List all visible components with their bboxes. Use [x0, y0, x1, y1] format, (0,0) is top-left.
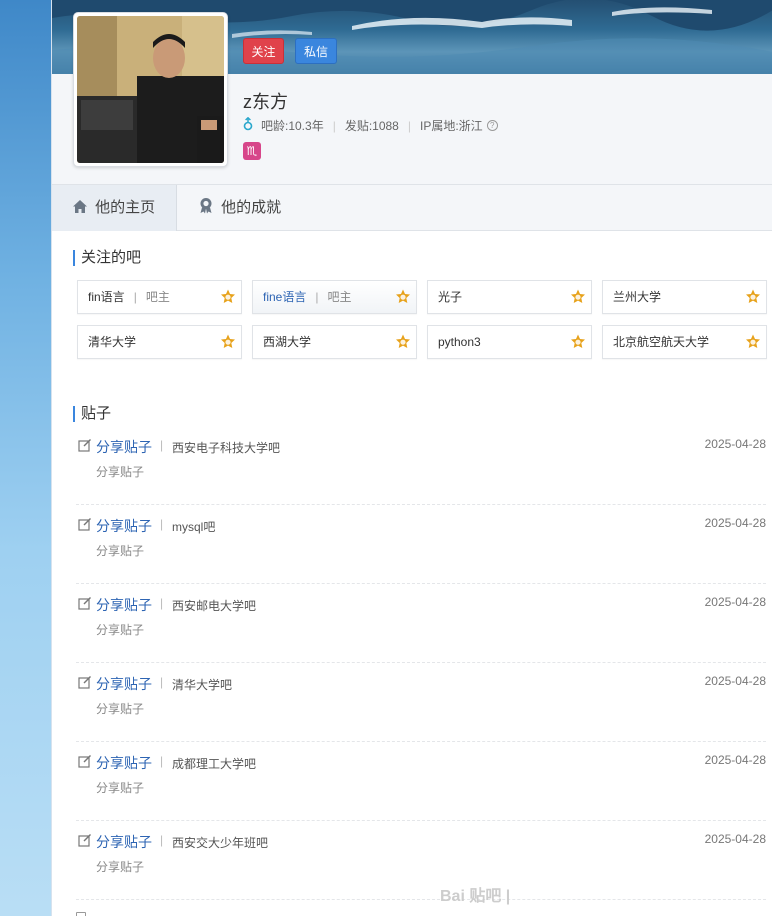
- post-date: 2025-04-28: [704, 753, 766, 767]
- help-icon[interactable]: ?: [486, 120, 498, 131]
- bar-age: 吧龄:10.3年: [261, 119, 324, 133]
- edit-icon: [78, 597, 91, 610]
- forum-name: 西湖大学: [263, 335, 312, 349]
- zodiac-badge-icon[interactable]: ♏: [243, 142, 261, 160]
- tab-achievements[interactable]: 他的成就: [178, 185, 308, 231]
- post-row: 分享贴子 | 西安交大少年班吧 分享贴子 2025-04-28: [76, 821, 766, 900]
- level-badge-icon: [571, 289, 585, 303]
- profile-page: 关注 私信 z东方 吧龄:10.3年 | 发贴:1088 | IP属地:浙江 ?…: [51, 0, 772, 916]
- forum-card[interactable]: 光子: [427, 280, 592, 314]
- post-forum-link[interactable]: 西安邮电大学吧: [172, 597, 256, 614]
- forum-card[interactable]: 清华大学: [77, 325, 242, 359]
- post-count: 发贴:1088: [344, 119, 399, 133]
- avatar[interactable]: [73, 12, 228, 167]
- username: z东方: [243, 92, 288, 112]
- forum-name: fin语言: [88, 290, 125, 304]
- post-forum-link[interactable]: 西安交大少年班吧: [172, 834, 268, 851]
- post-forum-link[interactable]: mysql吧: [172, 518, 215, 535]
- forum-card[interactable]: python3: [427, 325, 592, 359]
- home-icon: [73, 200, 87, 213]
- forum-role: 吧主: [145, 290, 170, 304]
- followed-forums-title: 关注的吧: [73, 250, 141, 266]
- tab-achievements-label: 他的成就: [221, 199, 282, 216]
- forum-role: 吧主: [327, 290, 352, 304]
- level-badge-icon: [746, 334, 760, 348]
- message-button[interactable]: 私信: [295, 38, 337, 64]
- male-icon: [243, 116, 253, 134]
- award-icon: [200, 198, 212, 214]
- next-post-peek: [76, 912, 766, 916]
- level-badge-icon: [571, 334, 585, 348]
- post-type-link[interactable]: 分享贴子: [96, 674, 152, 694]
- post-title-link[interactable]: 分享贴子: [96, 858, 144, 875]
- forum-card[interactable]: 兰州大学: [602, 280, 767, 314]
- post-type-link[interactable]: 分享贴子: [96, 832, 152, 852]
- post-date: 2025-04-28: [704, 437, 766, 451]
- post-date: 2025-04-28: [704, 832, 766, 846]
- post-forum-link[interactable]: 清华大学吧: [172, 676, 232, 693]
- forum-card[interactable]: fine语言 | 吧主: [252, 280, 417, 314]
- post-date: 2025-04-28: [704, 516, 766, 530]
- post-forum-link[interactable]: 西安电子科技大学吧: [172, 439, 280, 456]
- post-row: 分享贴子 | mysql吧 分享贴子 2025-04-28: [76, 505, 766, 584]
- level-badge-icon: [221, 289, 235, 303]
- edit-icon: [78, 439, 91, 452]
- forum-name: 清华大学: [88, 335, 137, 349]
- follow-button[interactable]: 关注: [243, 38, 284, 64]
- post-row: 分享贴子 | 西安电子科技大学吧 分享贴子 2025-04-28: [76, 426, 766, 505]
- edit-icon: [78, 676, 91, 689]
- post-date: 2025-04-28: [704, 674, 766, 688]
- post-title-link[interactable]: 分享贴子: [96, 542, 144, 559]
- edit-icon: [78, 834, 91, 847]
- watermark-logo: Bai 贴吧 |: [440, 888, 511, 905]
- post-title-link[interactable]: 分享贴子: [96, 779, 144, 796]
- tab-home[interactable]: 他的主页: [52, 185, 177, 231]
- post-forum-link[interactable]: 成都理工大学吧: [172, 755, 256, 772]
- forum-card[interactable]: 北京航空航天大学: [602, 325, 767, 359]
- edit-icon: [78, 755, 91, 768]
- post-row: 分享贴子 | 清华大学吧 分享贴子 2025-04-28: [76, 663, 766, 742]
- edit-icon: [78, 518, 91, 531]
- user-meta: 吧龄:10.3年 | 发贴:1088 | IP属地:浙江 ?: [243, 116, 498, 134]
- level-badge-icon: [396, 334, 410, 348]
- forum-card[interactable]: 西湖大学: [252, 325, 417, 359]
- forum-name: fine语言: [263, 290, 307, 304]
- level-badge-icon: [221, 334, 235, 348]
- post-title-link[interactable]: 分享贴子: [96, 463, 144, 480]
- forum-name: 兰州大学: [613, 290, 662, 304]
- forum-name: 北京航空航天大学: [613, 335, 710, 349]
- tab-home-label: 他的主页: [95, 199, 156, 216]
- level-badge-icon: [396, 289, 410, 303]
- post-type-link[interactable]: 分享贴子: [96, 595, 152, 615]
- post-row: 分享贴子 | 西安邮电大学吧 分享贴子 2025-04-28: [76, 584, 766, 663]
- profile-tabs: 他的主页 他的成就: [52, 185, 772, 231]
- post-type-link[interactable]: 分享贴子: [96, 437, 152, 457]
- forum-name: 光子: [438, 290, 463, 304]
- forum-divider: |: [133, 290, 137, 304]
- forum-divider: |: [315, 290, 319, 304]
- avatar-photo: [77, 16, 224, 163]
- posts-title: 贴子: [73, 406, 111, 422]
- post-row: 分享贴子 | 成都理工大学吧 分享贴子 2025-04-28: [76, 742, 766, 821]
- forum-name: python3: [438, 335, 481, 349]
- ip-location: IP属地:浙江: [419, 119, 483, 133]
- post-title-link[interactable]: 分享贴子: [96, 700, 144, 717]
- post-type-link[interactable]: 分享贴子: [96, 753, 152, 773]
- level-badge-icon: [746, 289, 760, 303]
- post-type-link[interactable]: 分享贴子: [96, 516, 152, 536]
- post-date: 2025-04-28: [704, 595, 766, 609]
- post-title-link[interactable]: 分享贴子: [96, 621, 144, 638]
- forum-card[interactable]: fin语言 | 吧主: [77, 280, 242, 314]
